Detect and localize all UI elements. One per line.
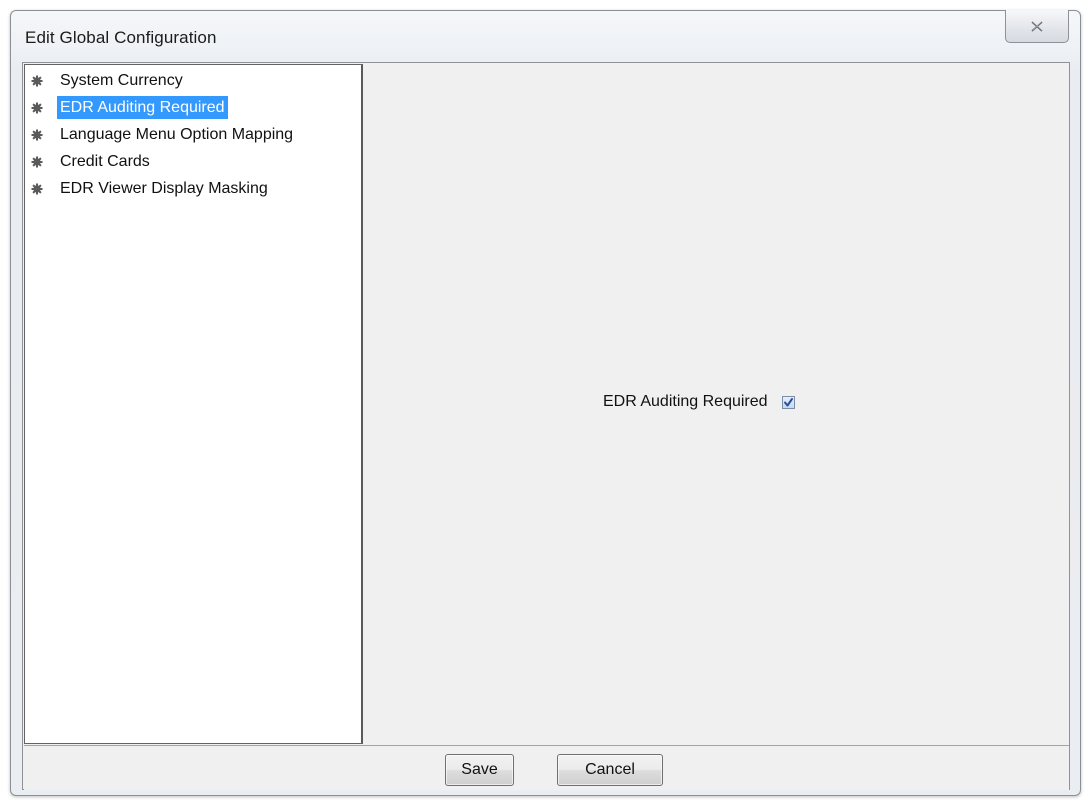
- tree-item-label: Language Menu Option Mapping: [60, 126, 294, 143]
- save-button[interactable]: Save: [445, 754, 514, 786]
- tree-item-label: EDR Auditing Required: [57, 96, 228, 119]
- gear-bullet-icon: [31, 75, 43, 86]
- tree-item-label: EDR Viewer Display Masking: [60, 180, 268, 197]
- tree-item-label: System Currency: [60, 72, 183, 89]
- tree-item-edr-auditing-required[interactable]: EDR Auditing Required: [31, 94, 296, 121]
- tree-item-credit-cards[interactable]: Credit Cards: [31, 148, 296, 175]
- dialog-body: System Currency EDR Auditing Required La…: [22, 62, 1070, 790]
- tree-item-language-menu-option-mapping[interactable]: Language Menu Option Mapping: [31, 121, 296, 148]
- config-tree: System Currency EDR Auditing Required La…: [24, 64, 363, 744]
- close-button[interactable]: [1005, 10, 1069, 43]
- gear-bullet-icon: [31, 102, 43, 113]
- edr-auditing-label: EDR Auditing Required: [603, 393, 768, 410]
- dialog-window: Edit Global Configuration System Currenc…: [10, 10, 1081, 796]
- dialog-title: Edit Global Configuration: [25, 28, 217, 47]
- button-bar: Save Cancel: [24, 745, 1069, 790]
- edr-auditing-checkbox[interactable]: [781, 395, 795, 409]
- close-icon: [1031, 20, 1043, 32]
- cancel-button[interactable]: Cancel: [557, 754, 663, 786]
- config-tree-list: System Currency EDR Auditing Required La…: [31, 67, 296, 202]
- gear-bullet-icon: [31, 156, 43, 167]
- config-content-panel: EDR Auditing Required: [363, 64, 1069, 744]
- tree-item-edr-viewer-display-masking[interactable]: EDR Viewer Display Masking: [31, 175, 296, 202]
- tree-item-label: Credit Cards: [60, 153, 150, 170]
- gear-bullet-icon: [31, 183, 43, 194]
- edr-auditing-field: EDR Auditing Required: [603, 393, 795, 411]
- gear-bullet-icon: [31, 129, 43, 140]
- tree-item-system-currency[interactable]: System Currency: [31, 67, 296, 94]
- checkmark-icon: [783, 397, 793, 406]
